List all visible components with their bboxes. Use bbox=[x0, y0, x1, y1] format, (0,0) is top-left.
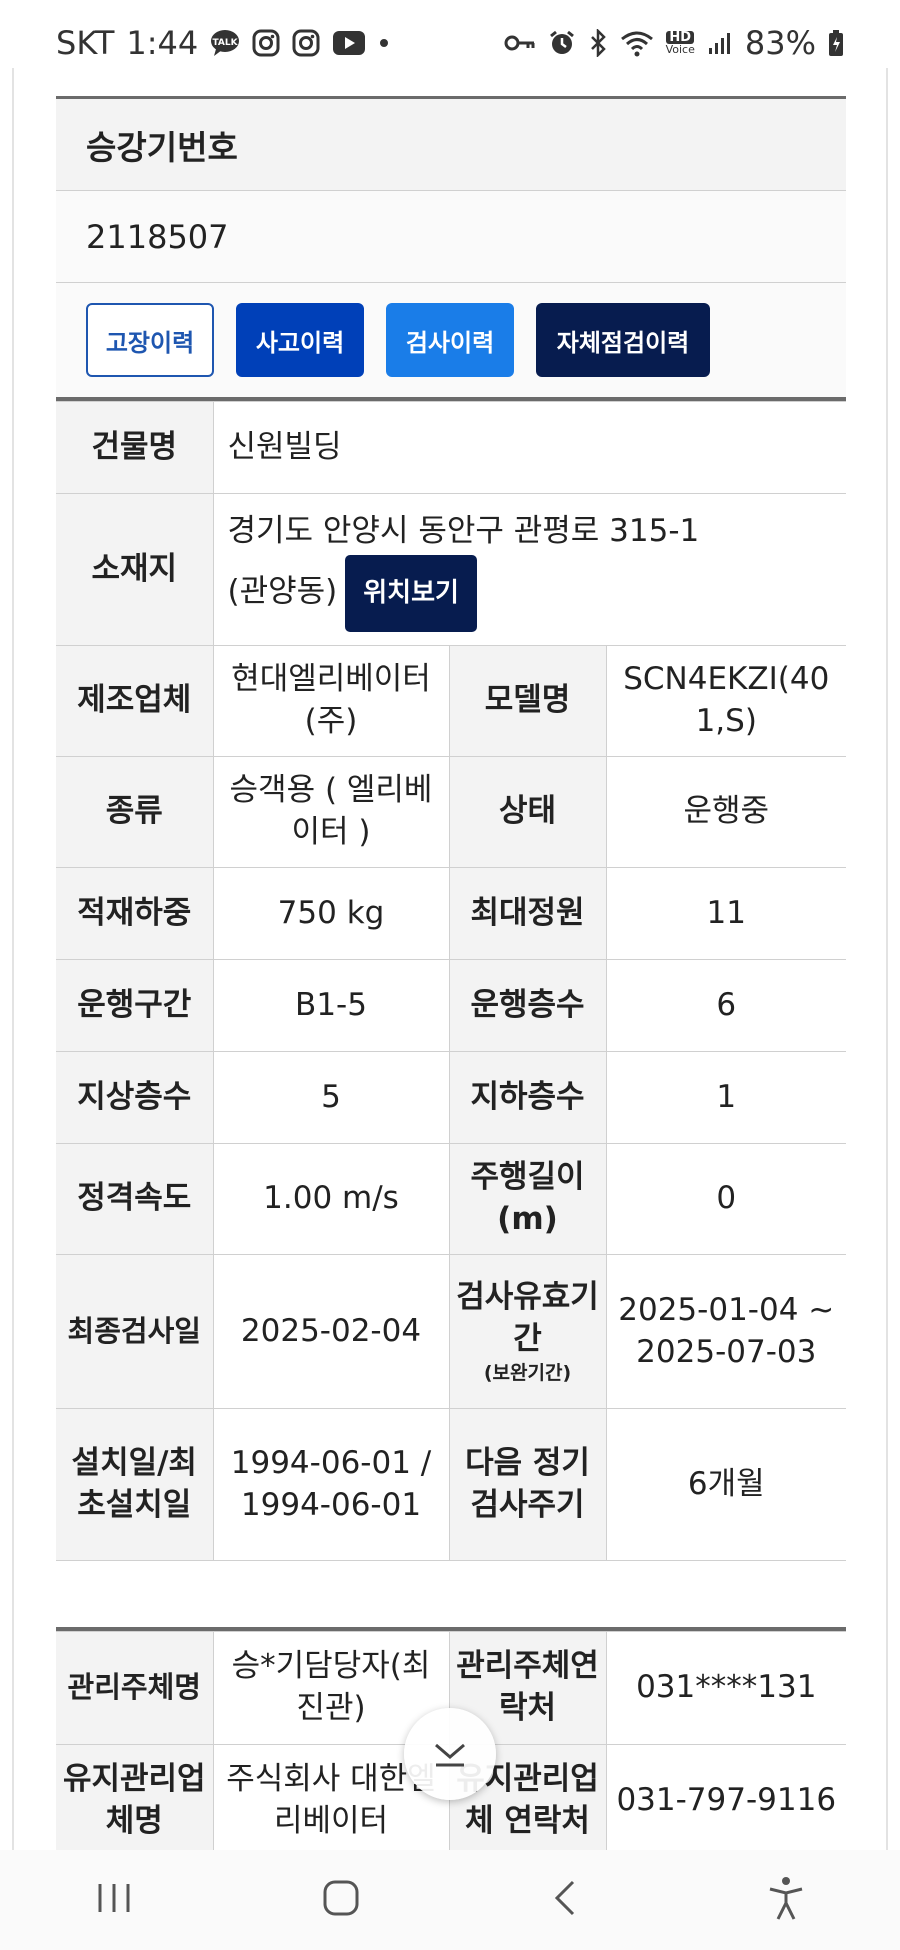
table-row: 운행구간 B1-5 운행층수 6 bbox=[56, 959, 847, 1052]
instagram-icon bbox=[252, 29, 280, 57]
next-cycle-label: 다음 정기검사주기 bbox=[448, 1408, 607, 1561]
clock: 1:44 bbox=[126, 24, 199, 62]
status-left: SKT 1:44 TALK bbox=[56, 24, 390, 62]
section-label: 운행구간 bbox=[56, 959, 214, 1052]
battery-percent: 83% bbox=[744, 24, 816, 62]
install-date-label: 설치일/최초설치일 bbox=[56, 1408, 214, 1561]
elevator-info-table: 건물명 신원빌딩 소재지 경기도 안양시 동안구 관평로 315-1 (관양동)… bbox=[56, 401, 847, 1561]
type-value: 승객용 ( 엘리베이터 ) bbox=[212, 756, 450, 868]
recent-apps-icon[interactable] bbox=[94, 1880, 134, 1920]
type-label: 종류 bbox=[56, 756, 214, 868]
install-date-value: 1994-06-01 / 1994-06-01 bbox=[212, 1408, 450, 1561]
scroll-down-button[interactable] bbox=[404, 1708, 496, 1800]
location-label: 소재지 bbox=[56, 493, 214, 646]
back-icon[interactable] bbox=[549, 1878, 579, 1922]
location-address: 경기도 안양시 동안구 관평로 315-1 bbox=[227, 513, 700, 550]
maintenance-contact-value: 031-797-9116 bbox=[605, 1744, 846, 1858]
last-inspection-value: 2025-02-04 bbox=[212, 1254, 450, 1409]
state-label: 상태 bbox=[448, 756, 607, 868]
table-row: 적재하중 750 kg 최대정원 11 bbox=[56, 867, 847, 960]
speed-value: 1.00 m/s bbox=[212, 1143, 450, 1255]
dot-icon bbox=[378, 37, 390, 49]
elevator-detail: 승강기번호 2118507 고장이력 사고이력 검사이력 자체점검이력 건물명 … bbox=[56, 96, 847, 1858]
signal-icon bbox=[707, 30, 733, 56]
location-dong: (관양동) bbox=[227, 574, 338, 611]
validity-label-cell: 검사유효기간 (보완기간) bbox=[448, 1254, 607, 1409]
page-edge-right bbox=[886, 68, 888, 1850]
hd-voice-icon: HD Voice bbox=[666, 31, 695, 55]
status-bar: SKT 1:44 TALK HD Voice 83% bbox=[0, 0, 900, 86]
capacity-label: 최대정원 bbox=[448, 867, 607, 960]
last-inspection-label: 최종검사일 bbox=[56, 1254, 214, 1409]
talk-icon: TALK bbox=[210, 29, 240, 57]
floors-label: 운행층수 bbox=[448, 959, 607, 1052]
load-value: 750 kg bbox=[212, 867, 450, 960]
instagram-icon bbox=[292, 29, 320, 57]
next-cycle-value: 6개월 bbox=[605, 1408, 847, 1561]
floors-value: 6 bbox=[605, 959, 847, 1052]
table-row: 지상층수 5 지하층수 1 bbox=[56, 1051, 847, 1144]
travel-length-label: 주행길이(m) bbox=[448, 1143, 607, 1255]
accident-history-button[interactable]: 사고이력 bbox=[236, 303, 364, 377]
state-value: 운행중 bbox=[605, 756, 847, 868]
management-entity-label: 관리주체명 bbox=[56, 1631, 214, 1745]
history-buttons: 고장이력 사고이력 검사이력 자체점검이력 bbox=[56, 283, 846, 397]
manufacturer-value: 현대엘리베이터(주) bbox=[212, 645, 450, 757]
travel-length-value: 0 bbox=[605, 1143, 847, 1255]
speed-label: 정격속도 bbox=[56, 1143, 214, 1255]
system-nav-bar bbox=[0, 1850, 900, 1950]
table-row: 건물명 신원빌딩 bbox=[56, 401, 847, 494]
load-label: 적재하중 bbox=[56, 867, 214, 960]
underground-floors-label: 지하층수 bbox=[448, 1051, 607, 1144]
elevator-number-value: 2118507 bbox=[56, 191, 846, 283]
key-icon bbox=[504, 33, 536, 53]
location-cell: 경기도 안양시 동안구 관평로 315-1 (관양동) 위치보기 bbox=[212, 493, 847, 646]
table-row: 종류 승객용 ( 엘리베이터 ) 상태 운행중 bbox=[56, 756, 847, 868]
bluetooth-icon bbox=[588, 29, 608, 57]
table-row: 설치일/최초설치일 1994-06-01 / 1994-06-01 다음 정기검… bbox=[56, 1408, 847, 1561]
voice-label: Voice bbox=[665, 43, 695, 56]
battery-icon bbox=[828, 29, 844, 57]
capacity-value: 11 bbox=[605, 867, 847, 960]
youtube-icon bbox=[332, 30, 366, 56]
accessibility-icon[interactable] bbox=[766, 1875, 806, 1925]
failure-history-button[interactable]: 고장이력 bbox=[86, 303, 214, 377]
svg-text:TALK: TALK bbox=[213, 38, 239, 48]
management-contact-value: 031****131 bbox=[605, 1631, 846, 1745]
section-value: B1-5 bbox=[212, 959, 450, 1052]
ground-floors-label: 지상층수 bbox=[56, 1051, 214, 1144]
building-label: 건물명 bbox=[56, 401, 214, 494]
table-row: 정격속도 1.00 m/s 주행길이(m) 0 bbox=[56, 1143, 847, 1255]
view-location-button[interactable]: 위치보기 bbox=[345, 555, 477, 632]
building-value: 신원빌딩 bbox=[212, 401, 847, 494]
underground-floors-value: 1 bbox=[605, 1051, 847, 1144]
table-row: 소재지 경기도 안양시 동안구 관평로 315-1 (관양동) 위치보기 bbox=[56, 493, 847, 646]
model-value: SCN4EKZI(401,S) bbox=[605, 645, 847, 757]
model-label: 모델명 bbox=[448, 645, 607, 757]
inspection-history-button[interactable]: 검사이력 bbox=[386, 303, 514, 377]
self-check-history-button[interactable]: 자체점검이력 bbox=[536, 303, 710, 377]
table-row: 제조업체 현대엘리베이터(주) 모델명 SCN4EKZI(401,S) bbox=[56, 645, 847, 757]
maintenance-company-label: 유지관리업체명 bbox=[56, 1744, 214, 1858]
validity-label: 검사유효기간 bbox=[456, 1278, 599, 1357]
manufacturer-label: 제조업체 bbox=[56, 645, 214, 757]
wifi-icon bbox=[620, 29, 654, 57]
validity-value: 2025-01-04 ~ 2025-07-03 bbox=[605, 1254, 847, 1409]
carrier-label: SKT bbox=[56, 24, 115, 62]
table-row: 최종검사일 2025-02-04 검사유효기간 (보완기간) 2025-01-0… bbox=[56, 1254, 847, 1409]
validity-sub-label: (보완기간) bbox=[483, 1361, 572, 1384]
chevron-down-icon bbox=[435, 1743, 465, 1767]
status-right: HD Voice 83% bbox=[504, 24, 844, 62]
page-edge-left bbox=[12, 68, 14, 1850]
elevator-number-label: 승강기번호 bbox=[56, 99, 846, 191]
ground-floors-value: 5 bbox=[212, 1051, 450, 1144]
home-icon[interactable] bbox=[321, 1878, 361, 1922]
alarm-icon bbox=[548, 29, 576, 57]
